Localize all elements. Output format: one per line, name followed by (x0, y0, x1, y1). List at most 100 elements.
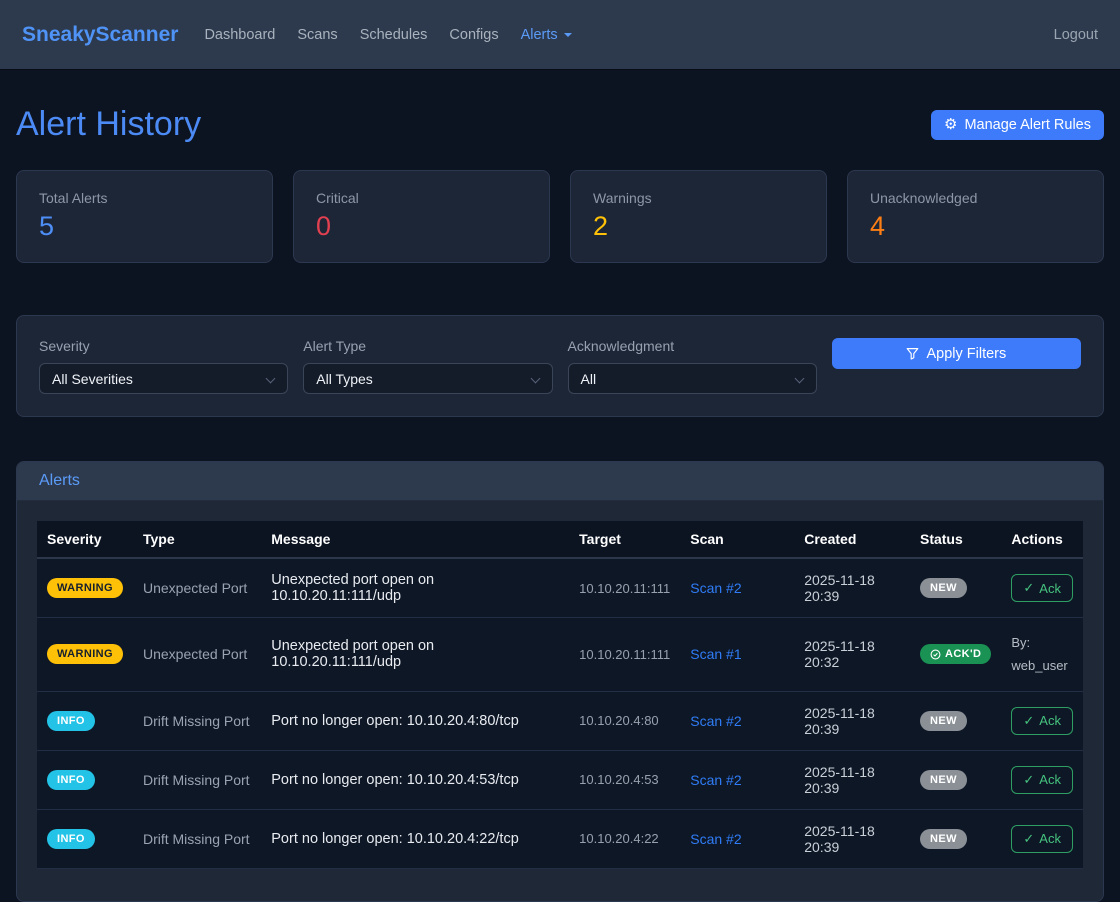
ack-button[interactable]: ✓Ack (1011, 574, 1073, 602)
stat-label: Warnings (593, 190, 804, 206)
chevron-down-icon (530, 374, 540, 384)
alert-created: 2025-11-18 20:39 (794, 750, 910, 809)
alert-target: 10.10.20.4:80 (569, 691, 680, 750)
column-header-target: Target (569, 521, 680, 558)
chevron-down-icon (794, 374, 804, 384)
filter-group-alert-type: Alert Type All Types (303, 338, 552, 394)
alert-type-select[interactable]: All Types (303, 363, 552, 394)
alert-target: 10.10.20.4:53 (569, 750, 680, 809)
alert-type-filter-label: Alert Type (303, 338, 552, 354)
column-header-status: Status (910, 521, 1001, 558)
scan-link[interactable]: Scan #1 (690, 646, 741, 662)
alert-message: Port no longer open: 10.10.20.4:53/tcp (261, 750, 569, 809)
check-icon: ✓ (1023, 831, 1034, 847)
status-badge: NEW (920, 770, 967, 790)
stat-cards: Total Alerts 5 Critical 0 Warnings 2 Una… (16, 170, 1104, 263)
brand[interactable]: SneakyScanner (22, 23, 178, 47)
status-badge: NEW (920, 711, 967, 731)
check-icon: ✓ (1023, 772, 1034, 788)
alert-target: 10.10.20.11:111 (569, 618, 680, 692)
scan-link[interactable]: Scan #2 (690, 580, 741, 596)
chevron-down-icon (564, 33, 572, 37)
stat-value: 0 (316, 211, 527, 242)
stat-label: Total Alerts (39, 190, 250, 206)
severity-filter-label: Severity (39, 338, 288, 354)
table-row: INFO Drift Missing Port Port no longer o… (37, 809, 1083, 868)
alert-created: 2025-11-18 20:39 (794, 558, 910, 618)
alert-message: Unexpected port open on 10.10.20.11:111/… (261, 558, 569, 618)
alert-type: Unexpected Port (133, 618, 261, 692)
filter-panel: Severity All Severities Alert Type All T… (16, 315, 1104, 417)
column-header-type: Type (133, 521, 261, 558)
severity-badge: WARNING (47, 578, 123, 598)
page-head: Alert History ⚙ Manage Alert Rules (16, 105, 1104, 144)
scan-link[interactable]: Scan #2 (690, 713, 741, 729)
nav-item-dashboard[interactable]: Dashboard (204, 27, 275, 43)
column-header-scan: Scan (680, 521, 794, 558)
alert-type: Drift Missing Port (133, 809, 261, 868)
table-row: WARNING Unexpected Port Unexpected port … (37, 558, 1083, 618)
stat-card-critical: Critical 0 (293, 170, 550, 263)
alert-message: Port no longer open: 10.10.20.4:80/tcp (261, 691, 569, 750)
stat-card-total-alerts: Total Alerts 5 (16, 170, 273, 263)
scan-link[interactable]: Scan #2 (690, 831, 741, 847)
alerts-card-header: Alerts (17, 462, 1103, 501)
acknowledgment-select[interactable]: All (568, 363, 817, 394)
nav-links: Dashboard Scans Schedules Configs Alerts (204, 27, 1053, 43)
alerts-card: Alerts Severity Type Message Target Scan… (16, 461, 1104, 902)
check-circle-icon (930, 649, 941, 660)
alerts-card-body: Severity Type Message Target Scan Create… (17, 501, 1103, 901)
stat-label: Unacknowledged (870, 190, 1081, 206)
manage-alert-rules-button[interactable]: ⚙ Manage Alert Rules (931, 110, 1104, 140)
filter-group-severity: Severity All Severities (39, 338, 288, 394)
check-icon: ✓ (1023, 713, 1034, 729)
logout-link[interactable]: Logout (1054, 27, 1098, 43)
status-badge-acknowledged: ACK'D (920, 644, 991, 664)
severity-badge: INFO (47, 711, 95, 731)
stat-card-warnings: Warnings 2 (570, 170, 827, 263)
alerts-table: Severity Type Message Target Scan Create… (37, 521, 1083, 869)
table-row: WARNING Unexpected Port Unexpected port … (37, 618, 1083, 692)
stat-value: 2 (593, 211, 804, 242)
severity-select[interactable]: All Severities (39, 363, 288, 394)
alert-target: 10.10.20.4:22 (569, 809, 680, 868)
nav-item-configs[interactable]: Configs (449, 27, 498, 43)
page-title: Alert History (16, 105, 201, 144)
table-header-row: Severity Type Message Target Scan Create… (37, 521, 1083, 558)
apply-filters-button[interactable]: Apply Filters (832, 338, 1081, 369)
alert-created: 2025-11-18 20:39 (794, 809, 910, 868)
scan-link[interactable]: Scan #2 (690, 772, 741, 788)
column-header-created: Created (794, 521, 910, 558)
alert-created: 2025-11-18 20:32 (794, 618, 910, 692)
acknowledged-by: By: web_user (1001, 618, 1083, 692)
alert-created: 2025-11-18 20:39 (794, 691, 910, 750)
column-header-actions: Actions (1001, 521, 1083, 558)
ack-button[interactable]: ✓Ack (1011, 766, 1073, 794)
acknowledgment-filter-label: Acknowledgment (568, 338, 817, 354)
navbar: SneakyScanner Dashboard Scans Schedules … (0, 0, 1120, 69)
stat-card-unacknowledged: Unacknowledged 4 (847, 170, 1104, 263)
nav-item-scans[interactable]: Scans (297, 27, 337, 43)
alert-type: Unexpected Port (133, 558, 261, 618)
funnel-icon (906, 347, 919, 360)
nav-item-schedules[interactable]: Schedules (360, 27, 428, 43)
alert-type: Drift Missing Port (133, 691, 261, 750)
stat-label: Critical (316, 190, 527, 206)
column-header-message: Message (261, 521, 569, 558)
alerts-card-title: Alerts (39, 472, 80, 489)
ack-button[interactable]: ✓Ack (1011, 707, 1073, 735)
alert-target: 10.10.20.11:111 (569, 558, 680, 618)
alert-message: Unexpected port open on 10.10.20.11:111/… (261, 618, 569, 692)
stat-value: 5 (39, 211, 250, 242)
severity-badge: WARNING (47, 644, 123, 664)
severity-badge: INFO (47, 770, 95, 790)
ack-button[interactable]: ✓Ack (1011, 825, 1073, 853)
filter-group-apply: Apply Filters (832, 338, 1081, 394)
alert-message: Port no longer open: 10.10.20.4:22/tcp (261, 809, 569, 868)
alert-type: Drift Missing Port (133, 750, 261, 809)
check-icon: ✓ (1023, 580, 1034, 596)
column-header-severity: Severity (37, 521, 133, 558)
chevron-down-icon (266, 374, 276, 384)
nav-item-alerts[interactable]: Alerts (521, 27, 572, 43)
status-badge: NEW (920, 578, 967, 598)
